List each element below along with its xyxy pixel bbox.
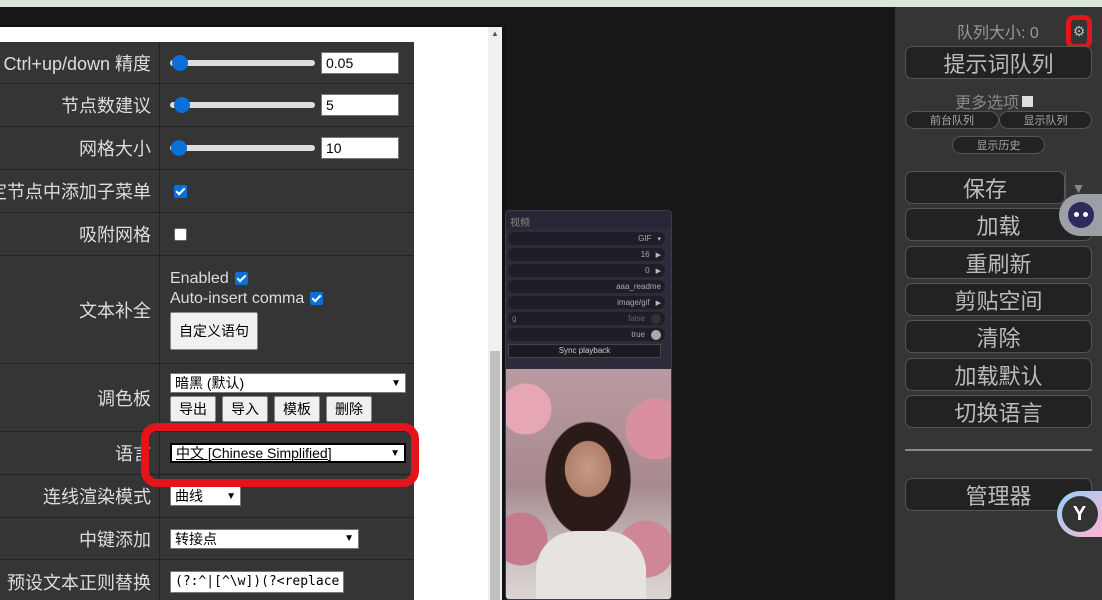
middle-click-select[interactable]: 转接点 ▼: [170, 528, 359, 549]
increment-icon: ▶: [655, 267, 661, 275]
setting-row-node-suggestions: 节点数建议 5: [0, 84, 414, 127]
toggle-knob: [651, 313, 661, 324]
palette-select[interactable]: 暗黑 (默认) ▼: [170, 373, 406, 393]
autocomplete-enabled-checkbox[interactable]: [234, 272, 248, 285]
setting-label: 文本补全: [0, 256, 160, 363]
node-widget-number[interactable]: 0 ▶: [508, 264, 665, 277]
extension-logo-icon[interactable]: Y: [1057, 491, 1102, 537]
setting-label: Ctrl+up/down 精度: [0, 42, 160, 83]
setting-row-autocomplete: 文本补全 Enabled Auto-insert comma 自定义语句: [0, 256, 414, 364]
palette-import-button[interactable]: 导入: [222, 396, 268, 422]
setting-label: 网格大小: [0, 127, 160, 169]
preview-image: [506, 369, 671, 599]
chevron-down-icon: ▼: [226, 490, 236, 502]
gear-icon[interactable]: ⚙: [1066, 15, 1092, 49]
setting-label: 预设文本正则替换: [0, 560, 160, 600]
node-suggestions-slider[interactable]: [170, 97, 315, 113]
setting-row-grid-size: 网格大小 10: [0, 127, 414, 170]
node-widget-text[interactable]: aaa_readme: [508, 280, 665, 293]
clear-button[interactable]: 清除: [905, 320, 1092, 353]
save-button[interactable]: 保存: [905, 171, 1065, 204]
grid-size-input[interactable]: 10: [321, 137, 399, 159]
node-widget-number[interactable]: 16 ▶: [508, 248, 665, 261]
node-suggestions-input[interactable]: 5: [321, 94, 399, 116]
setting-row-snap-grid: 吸附网格: [0, 213, 414, 256]
auto-comma-checkbox[interactable]: [310, 292, 324, 305]
refresh-button[interactable]: 重刷新: [905, 246, 1092, 279]
queue-prompt-button[interactable]: 提示词队列: [905, 46, 1092, 79]
increment-icon: ▶: [655, 299, 661, 307]
dialog-blank-area: [414, 27, 488, 600]
language-select[interactable]: 中文 [Chinese Simplified] ▼: [170, 443, 406, 463]
load-default-button[interactable]: 加载默认: [905, 358, 1092, 391]
chevron-down-icon: ▼: [344, 533, 354, 544]
palette-template-button[interactable]: 模板: [274, 396, 320, 422]
setting-row-language: 语言 中文 [Chinese Simplified] ▼: [0, 432, 414, 475]
autocomplete-enabled-label: Enabled: [170, 269, 229, 287]
setting-label: 语言: [0, 432, 160, 474]
regex-replace-input[interactable]: (?:^|[^\w])(?<replace: [170, 570, 344, 593]
sidebar-divider: [905, 449, 1092, 451]
setting-label: 调色板: [0, 364, 160, 431]
scrollbar-thumb[interactable]: [490, 351, 500, 600]
sync-playback-button[interactable]: Sync playback: [508, 344, 661, 358]
setting-label: 定节点中添加子菜单: [0, 170, 160, 212]
setting-label: 吸附网格: [0, 213, 160, 255]
setting-label: 连线渲染模式: [0, 475, 160, 517]
dropdown-icon: ▾: [657, 235, 661, 243]
grid-size-slider[interactable]: [170, 140, 315, 156]
setting-label: 中键添加: [0, 518, 160, 559]
auto-comma-label: Auto-insert comma: [170, 289, 305, 307]
custom-words-button[interactable]: 自定义语句: [170, 311, 258, 350]
setting-row-add-submenu: 定节点中添加子菜单: [0, 170, 414, 213]
video-node[interactable]: 视频 GIF ▾ 16 ▶ 0 ▶ aaa_readme image/gif ▶ g fa…: [505, 210, 672, 600]
node-widget-format[interactable]: GIF ▾: [508, 232, 665, 245]
scroll-up-icon[interactable]: ▲: [488, 29, 502, 38]
settings-dialog: Ctrl+up/down 精度 0.05 节点数建议 5 网格大小 10 定节点…: [0, 25, 505, 600]
setting-row-ctrl-precision: Ctrl+up/down 精度 0.05: [0, 42, 414, 84]
chevron-down-icon: ▼: [391, 377, 401, 389]
assistant-face-icon[interactable]: [1059, 194, 1102, 236]
top-strip: [0, 0, 1102, 7]
node-widget-toggle[interactable]: g false: [508, 312, 665, 325]
setting-row-link-render: 连线渲染模式 曲线 ▼: [0, 475, 414, 518]
precision-input[interactable]: 0.05: [321, 51, 399, 74]
node-widget-toggle[interactable]: true: [508, 328, 665, 341]
palette-delete-button[interactable]: 删除: [326, 396, 372, 422]
clipspace-button[interactable]: 剪贴空间: [905, 283, 1092, 316]
palette-export-button[interactable]: 导出: [170, 396, 216, 422]
setting-row-middle-click: 中键添加 转接点 ▼: [0, 518, 414, 560]
settings-table: Ctrl+up/down 精度 0.05 节点数建议 5 网格大小 10 定节点…: [0, 42, 414, 600]
switch-language-button[interactable]: 切换语言: [905, 395, 1092, 428]
front-queue-button[interactable]: 前台队列: [905, 111, 999, 129]
setting-row-palette: 调色板 暗黑 (默认) ▼ 导出 导入 模板 删除: [0, 364, 414, 432]
toggle-knob: [651, 329, 661, 340]
snap-grid-checkbox[interactable]: [174, 227, 187, 241]
add-submenu-checkbox[interactable]: [174, 184, 187, 198]
show-queue-button[interactable]: 显示队列: [999, 111, 1092, 129]
node-widget-combo[interactable]: image/gif ▶: [508, 296, 665, 309]
more-options[interactable]: 更多选项: [955, 89, 1034, 113]
link-render-select[interactable]: 曲线 ▼: [170, 486, 241, 506]
increment-icon: ▶: [655, 251, 661, 259]
more-options-label: 更多选项: [955, 95, 1020, 112]
precision-slider[interactable]: [170, 54, 315, 71]
dialog-scrollbar[interactable]: ▲: [488, 27, 502, 600]
chevron-down-icon: ▼: [390, 447, 400, 459]
setting-row-regex-replace: 预设文本正则替换 (?:^|[^\w])(?<replace: [0, 560, 414, 600]
setting-label: 节点数建议: [0, 84, 160, 126]
node-title: 视频: [506, 211, 671, 229]
show-history-button[interactable]: 显示历史: [952, 136, 1045, 154]
more-options-checkbox[interactable]: [1022, 95, 1034, 107]
queue-size-label: 队列大小: 0: [957, 25, 1039, 42]
